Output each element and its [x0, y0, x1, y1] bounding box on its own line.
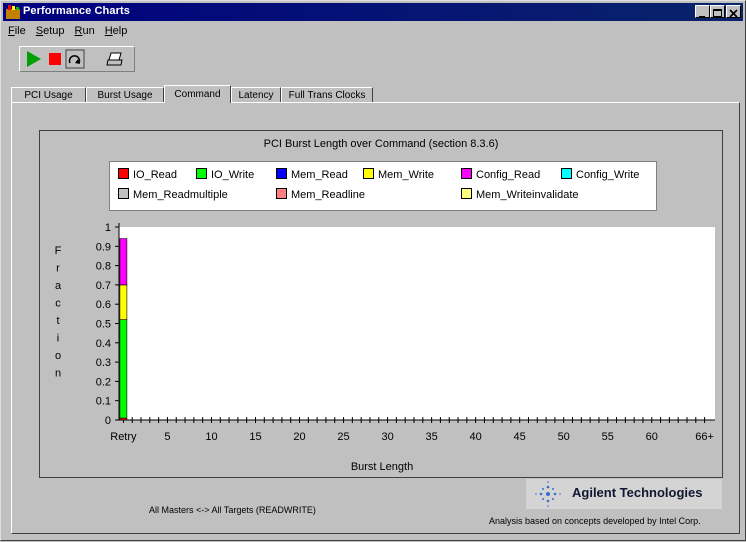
y-tick-label: 1 — [105, 222, 111, 234]
agilent-spark-icon — [535, 481, 561, 507]
y-tick-label: 0.3 — [96, 357, 111, 369]
x-tick-label: 25 — [337, 431, 349, 443]
y-tick-label: 0.4 — [96, 338, 111, 350]
y-axis-title-letter: F — [55, 245, 62, 257]
y-axis-title-letter: i — [57, 333, 59, 345]
y-tick-label: 0.2 — [96, 376, 111, 388]
filter-summary: All Masters <-> All Targets (READWRITE) — [149, 505, 316, 515]
x-axis-title: Burst Length — [351, 461, 413, 473]
app-window: Performance Charts File Setup Run Help PCI … — [0, 0, 746, 541]
y-axis-title-letter: r — [56, 263, 60, 275]
x-tick-label: 10 — [205, 431, 217, 443]
y-axis-title-letter: n — [55, 368, 61, 380]
y-axis-title-letter: c — [55, 298, 61, 310]
y-tick-label: 0.9 — [96, 241, 111, 253]
y-axis-title-letter: o — [55, 350, 61, 362]
y-axis-title-letter: t — [56, 315, 59, 327]
y-tick-label: 0.6 — [96, 299, 111, 311]
x-tick-label: Retry — [110, 431, 137, 443]
x-tick-label: 45 — [514, 431, 526, 443]
y-tick-label: 0.8 — [96, 261, 111, 273]
x-tick-label: 5 — [164, 431, 170, 443]
x-tick-label: 35 — [425, 431, 437, 443]
x-tick-label: 60 — [646, 431, 658, 443]
plot-area — [119, 227, 715, 420]
x-tick-label: 40 — [470, 431, 482, 443]
y-axis-title-letter: a — [55, 280, 62, 292]
x-tick-label: 50 — [558, 431, 570, 443]
credit-note: Analysis based on concepts developed by … — [489, 516, 701, 526]
x-tick-label: 55 — [602, 431, 614, 443]
x-tick-label: 15 — [249, 431, 261, 443]
tab-command[interactable]: Command — [164, 85, 231, 103]
y-tick-label: 0.5 — [96, 319, 111, 331]
bar-segment — [119, 319, 128, 419]
chart-plot: 0 0.1 0.2 0.3 0.4 0.5 0.6 0.7 0.8 0.9 1 Retry 5 10 15 2… — [55, 222, 715, 473]
y-tick-label: 0.1 — [96, 396, 111, 408]
y-tick-label: 0 — [105, 415, 111, 427]
x-tick-label: 30 — [381, 431, 393, 443]
bar-segment — [119, 284, 128, 320]
x-tick-label: 20 — [293, 431, 305, 443]
brand-logo: Agilent Technologies — [526, 479, 722, 509]
brand-name: Agilent Technologies — [572, 485, 703, 500]
bar-segment — [119, 238, 128, 286]
y-tick-label: 0.7 — [96, 280, 111, 292]
x-tick-label: 66+ — [695, 431, 714, 443]
